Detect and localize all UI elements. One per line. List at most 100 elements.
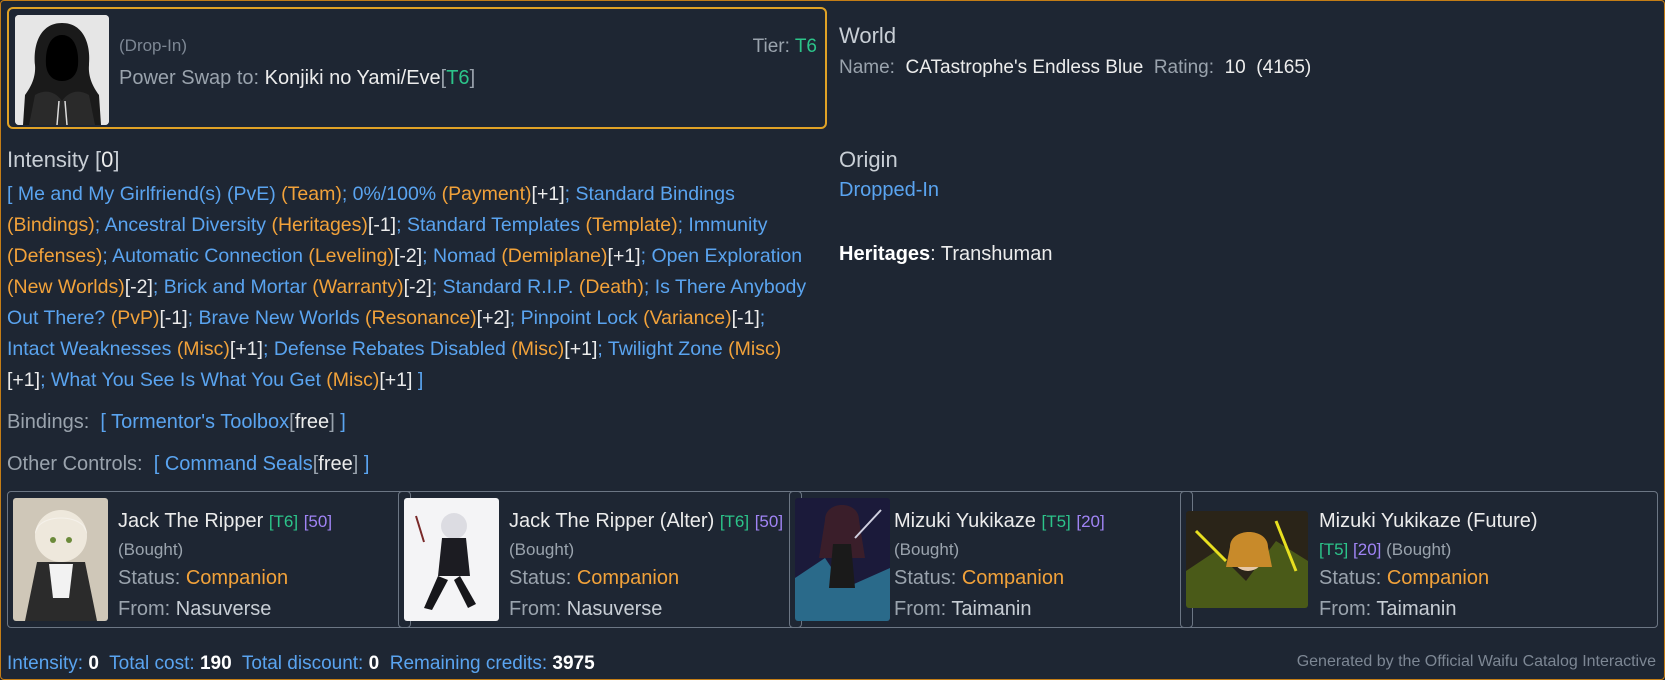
world-name[interactable]: CATastrophe's Endless Blue bbox=[906, 57, 1144, 78]
intensity-item: Brick and Mortar (Warranty)[-2]; bbox=[163, 276, 443, 298]
footer-remaining-value: 3975 bbox=[552, 653, 595, 674]
intensity-item-category: (Death) bbox=[578, 276, 644, 298]
binding-link[interactable]: Tormentor's Toolbox bbox=[111, 411, 289, 433]
intensity-item: Standard R.I.P. (Death); bbox=[442, 276, 655, 298]
companion-from: From: Taimanin bbox=[1319, 598, 1457, 620]
footer-remaining-label: Remaining credits: bbox=[389, 653, 548, 674]
intensity-item-link[interactable]: Intact Weaknesses bbox=[7, 338, 171, 360]
world-name-label: Name: bbox=[839, 57, 895, 78]
companion-card[interactable]: Jack The Ripper (Alter) [T6] [50] (Bough… bbox=[398, 491, 802, 628]
intensity-item-category: (Leveling) bbox=[308, 245, 394, 267]
intensity-item-modifier: [-2] bbox=[393, 245, 423, 267]
intensity-item-link[interactable]: What You See Is What You Get bbox=[51, 369, 321, 391]
companion-bought: (Bought) bbox=[894, 540, 960, 559]
footer-discount-value: 0 bbox=[368, 653, 380, 674]
intensity-item-link[interactable]: Standard Bindings bbox=[575, 183, 734, 205]
companion-bought: (Bought) bbox=[1386, 540, 1452, 559]
intensity-item-modifier: [-2] bbox=[403, 276, 432, 298]
heritages-label: Heritages bbox=[839, 243, 931, 265]
intensity-item-link[interactable]: Nomad bbox=[433, 245, 496, 267]
control-link[interactable]: Command Seals bbox=[165, 453, 313, 475]
intensity-item-link[interactable]: Standard R.I.P. bbox=[443, 276, 574, 298]
intensity-item-category: (Bindings) bbox=[7, 214, 95, 236]
swap-label: Power Swap to: bbox=[119, 67, 260, 89]
intensity-item-link[interactable]: Pinpoint Lock bbox=[521, 307, 638, 329]
world-info: Name: CATastrophe's Endless Blue Rating:… bbox=[839, 57, 1311, 79]
rating-extra: (4165) bbox=[1256, 57, 1312, 78]
intensity-title: Intensity [0] bbox=[7, 147, 120, 172]
intensity-item: Defense Rebates Disabled (Misc)[+1]; bbox=[273, 338, 608, 360]
intensity-item-link[interactable]: Standard Templates bbox=[407, 214, 580, 236]
intensity-item-category: (Payment) bbox=[441, 183, 532, 205]
companion-from: From: Taimanin bbox=[894, 598, 1032, 620]
companion-portrait bbox=[795, 498, 890, 621]
intensity-item-link[interactable]: Me and My Girlfriend(s) (PvE) bbox=[18, 183, 276, 205]
companion-portrait bbox=[404, 498, 499, 621]
binding-cost: free bbox=[294, 411, 330, 433]
companion-portrait bbox=[1186, 511, 1308, 608]
intensity-item-modifier: [-1] bbox=[731, 307, 760, 329]
intensity-item-category: (Template) bbox=[585, 214, 678, 236]
companion-name-row: Jack The Ripper (Alter) [T6] [50] bbox=[509, 510, 783, 533]
intensity-item: Intact Weaknesses (Misc)[+1]; bbox=[7, 338, 274, 360]
companion-tier: [T5] bbox=[1041, 512, 1071, 531]
companion-name[interactable]: Jack The Ripper bbox=[118, 510, 263, 532]
intensity-item-category: (Misc) bbox=[326, 369, 380, 391]
companion-bought: (Bought) bbox=[118, 540, 184, 559]
companion-status: Status: Companion bbox=[1319, 567, 1490, 589]
intensity-item-modifier: [+1] bbox=[564, 338, 598, 360]
tier-value: T6 bbox=[794, 36, 817, 57]
intensity-item-link[interactable]: Defense Rebates Disabled bbox=[274, 338, 506, 360]
intensity-item-category: (Misc) bbox=[511, 338, 565, 360]
companion-name-row: Mizuki Yukikaze (Future) bbox=[1319, 510, 1538, 533]
origin-link[interactable]: Dropped-In bbox=[839, 179, 939, 202]
footer-intensity-label: Intensity: bbox=[7, 653, 84, 674]
intensity-item-modifier: [-1] bbox=[159, 307, 188, 329]
rating-value: 10 bbox=[1224, 57, 1246, 78]
intensity-item-link[interactable]: Immunity bbox=[688, 214, 767, 236]
intensity-item-modifier: [+1] bbox=[7, 369, 41, 391]
companion-cost: [50] bbox=[303, 512, 333, 531]
controls-label: Other Controls: bbox=[7, 453, 143, 475]
intensity-item-link[interactable]: Twilight Zone bbox=[608, 338, 723, 360]
dropin-label: (Drop-In) bbox=[119, 36, 188, 55]
intensity-value: 0 bbox=[101, 147, 114, 172]
summary-footer: Intensity: 0 Total cost: 190 Total disco… bbox=[7, 653, 595, 675]
intensity-list: [ Me and My Girlfriend(s) (PvE) (Team); … bbox=[7, 183, 807, 391]
companion-name-row: Mizuki Yukikaze [T5] [20] bbox=[894, 510, 1105, 533]
intensity-item: Standard Templates (Template); bbox=[406, 214, 689, 236]
intensity-item-modifier: [+1] bbox=[531, 183, 565, 205]
swap-tier: T6 bbox=[446, 67, 470, 89]
intensity-item-modifier: [-2] bbox=[124, 276, 153, 298]
intensity-item-link[interactable]: 0%/100% bbox=[353, 183, 436, 205]
intensity-item-link[interactable]: Automatic Connection bbox=[112, 245, 303, 267]
companion-name[interactable]: Jack The Ripper (Alter) bbox=[509, 510, 714, 532]
origin-title: Origin bbox=[839, 147, 898, 172]
intensity-item-modifier: [+1] bbox=[229, 338, 263, 360]
waifu-build-summary: (Drop-In) Tier: T6 Power Swap to: Konjik… bbox=[0, 0, 1665, 680]
footer-total-cost-value: 190 bbox=[199, 653, 232, 674]
heritages-value: Transhuman bbox=[940, 243, 1053, 265]
intensity-item: Brave New Worlds (Resonance)[+2]; bbox=[198, 307, 521, 329]
companion-status: Status: Companion bbox=[118, 567, 289, 589]
intensity-item-link[interactable]: Open Exploration bbox=[651, 245, 802, 267]
other-controls-row: Other Controls: [ Command Seals[free] ] bbox=[7, 453, 370, 475]
intensity-item-category: (Variance) bbox=[643, 307, 732, 329]
companion-tier: [T6] bbox=[719, 512, 750, 531]
intensity-item: Nomad (Demiplane)[+1]; bbox=[433, 245, 652, 267]
intensity-item-link[interactable]: Brick and Mortar bbox=[164, 276, 307, 298]
intensity-item-link[interactable]: Ancestral Diversity bbox=[105, 214, 266, 236]
companion-card[interactable]: Mizuki Yukikaze (Future) [T5] [20] (Boug… bbox=[1180, 491, 1658, 628]
companion-portrait bbox=[13, 498, 108, 621]
footer-total-cost-label: Total cost: bbox=[109, 653, 195, 674]
intensity-item-link[interactable]: Brave New Worlds bbox=[198, 307, 359, 329]
companion-meta: [T5] [20] (Bought) bbox=[1319, 540, 1451, 560]
intensity-item: What You See Is What You Get (Misc)[+1] bbox=[51, 369, 413, 391]
companion-card[interactable]: Jack The Ripper [T6] [50] (Bought) Statu… bbox=[7, 491, 411, 628]
companion-name[interactable]: Mizuki Yukikaze bbox=[894, 510, 1036, 532]
companion-card[interactable]: Mizuki Yukikaze [T5] [20] (Bought) Statu… bbox=[789, 491, 1193, 628]
intensity-item-category: (Misc) bbox=[176, 338, 230, 360]
hooded-figure-icon bbox=[15, 15, 109, 125]
world-title: World bbox=[839, 23, 897, 48]
companion-name[interactable]: Mizuki Yukikaze (Future) bbox=[1319, 510, 1538, 532]
